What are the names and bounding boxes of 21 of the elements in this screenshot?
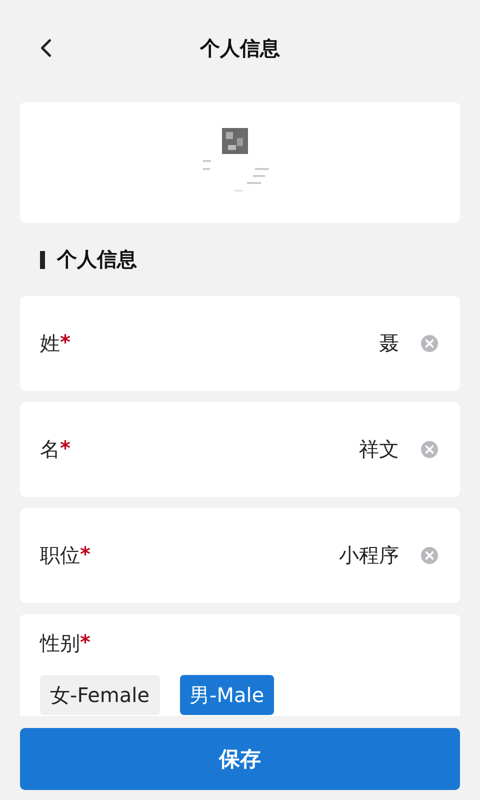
clear-icon[interactable] xyxy=(421,547,438,564)
page-title: 个人信息 xyxy=(200,34,280,62)
field-label: 职位 xyxy=(40,542,80,569)
back-icon[interactable] xyxy=(40,38,52,58)
clear-icon[interactable] xyxy=(421,441,438,458)
section-title: 个人信息 xyxy=(57,246,137,273)
field-label: 性别 xyxy=(40,630,80,657)
input-field[interactable]: 聂 xyxy=(70,332,399,356)
clear-icon[interactable] xyxy=(421,335,438,352)
option-chip[interactable]: 女-Female xyxy=(40,675,160,715)
required-mark: * xyxy=(60,330,70,356)
save-button[interactable]: 保存 xyxy=(20,728,460,790)
required-mark: * xyxy=(80,542,90,568)
input-field[interactable]: 祥文 xyxy=(70,438,399,462)
required-mark: * xyxy=(60,436,70,462)
option-chip[interactable]: 男-Male xyxy=(180,675,274,715)
field-label: 姓 xyxy=(40,330,60,357)
input-field[interactable]: 小程序 xyxy=(90,544,399,568)
required-mark: * xyxy=(80,630,90,656)
section-marker xyxy=(40,250,45,268)
field-label: 名 xyxy=(40,436,60,463)
